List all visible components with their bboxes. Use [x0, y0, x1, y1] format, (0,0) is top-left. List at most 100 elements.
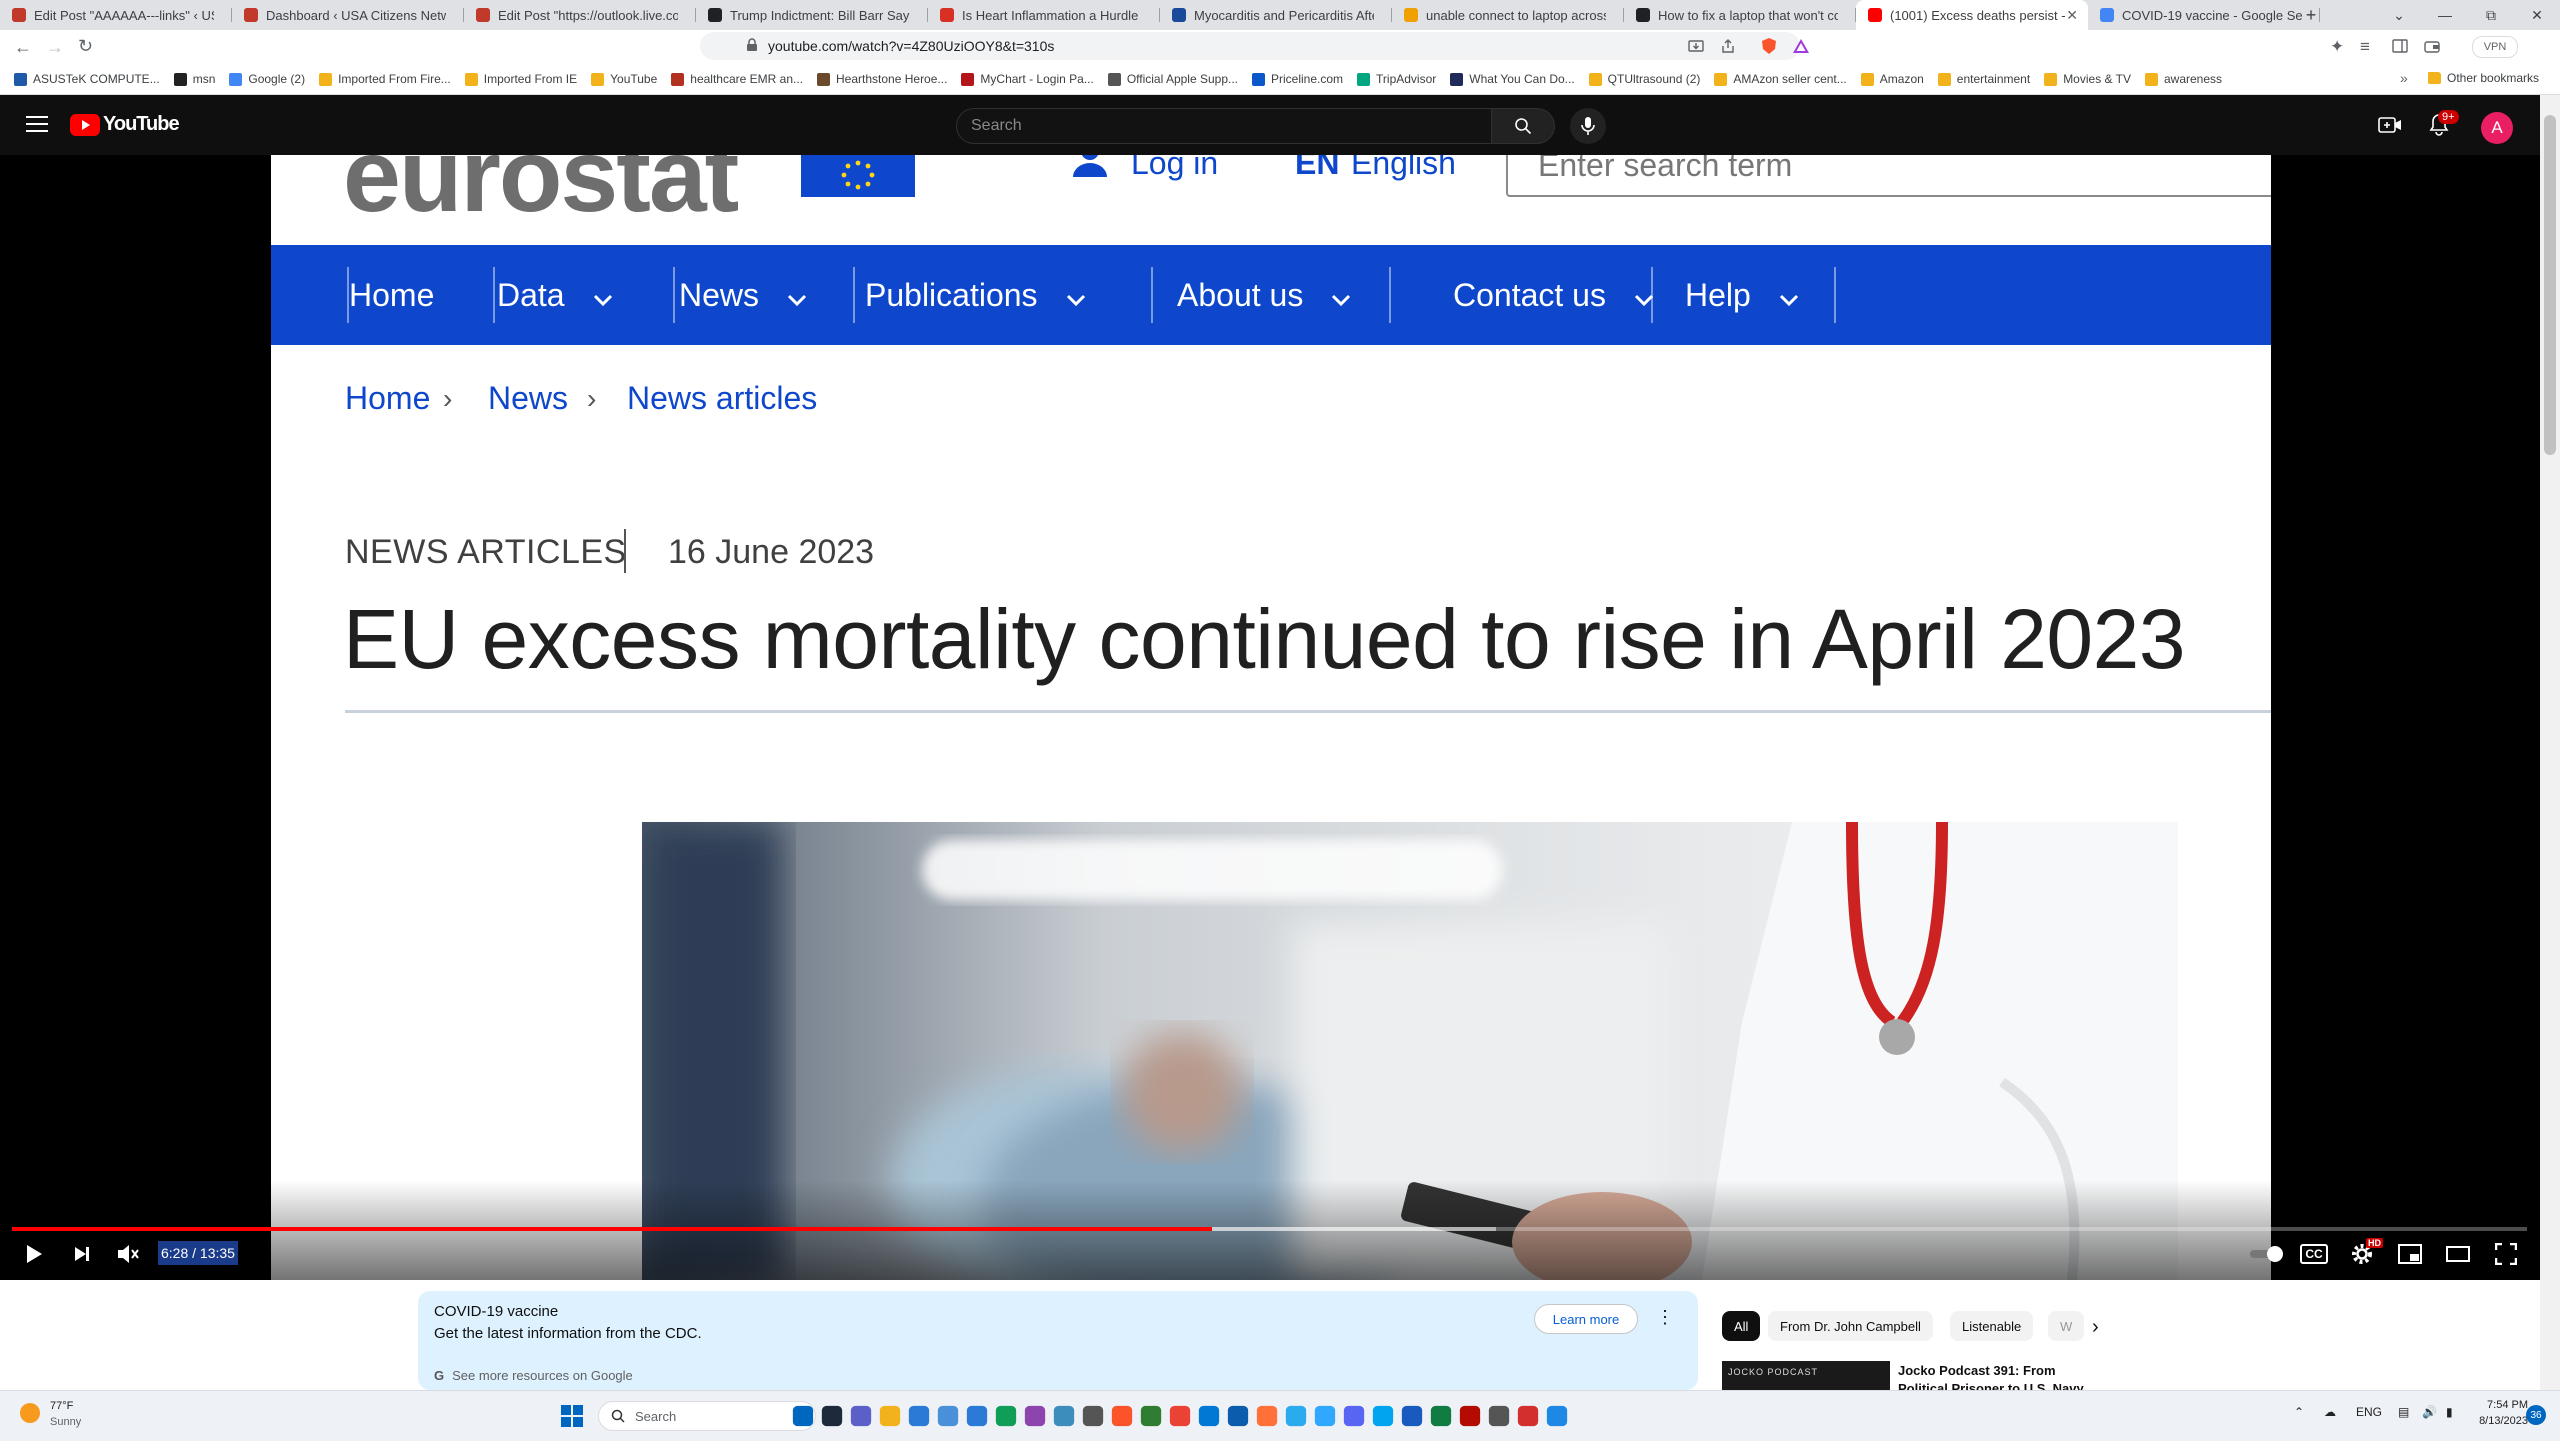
bookmark-item[interactable]: msn [173, 72, 215, 86]
filter-chip[interactable]: Listenable [1950, 1311, 2034, 1341]
word-icon[interactable] [1401, 1405, 1423, 1427]
app-icon[interactable] [1546, 1405, 1568, 1427]
snipping-icon[interactable] [966, 1405, 988, 1427]
youtube-logo[interactable]: YouTube [70, 113, 180, 136]
bookmark-item[interactable]: healthcare EMR an... [671, 72, 803, 86]
app-icon[interactable] [1024, 1405, 1046, 1427]
acrobat-icon[interactable] [1459, 1405, 1481, 1427]
forward-icon[interactable]: → [46, 37, 64, 58]
theater-mode-button[interactable] [2438, 1238, 2478, 1270]
bookmark-item[interactable]: Imported From Fire... [319, 72, 451, 86]
bookmark-item[interactable]: YouTube [591, 72, 657, 86]
language-icon[interactable] [1488, 1405, 1510, 1427]
learn-more-button[interactable]: Learn more [1534, 1304, 1638, 1334]
photoshop-icon[interactable] [1314, 1405, 1336, 1427]
chevron-right-icon[interactable]: › [2092, 1316, 2099, 1339]
browser-tab[interactable]: COVID-19 vaccine - Google Search [2088, 0, 2320, 30]
browser-tab[interactable]: Is Heart Inflammation a Hurdle to V [928, 0, 1160, 30]
new-tab-button[interactable]: + [2300, 4, 2322, 26]
bookmark-item[interactable]: What You Can Do... [1450, 72, 1575, 86]
play-button[interactable] [14, 1238, 54, 1270]
settings-button[interactable]: HD [2342, 1238, 2383, 1270]
more-options-icon[interactable]: ⋮ [1656, 1307, 1674, 1328]
create-icon[interactable] [2378, 115, 2402, 135]
filter-chip[interactable]: All [1722, 1311, 1761, 1341]
share-icon[interactable] [1720, 38, 1736, 54]
close-tab-icon[interactable]: ✕ [2066, 7, 2078, 24]
bookmark-item[interactable]: Movies & TV [2044, 72, 2131, 86]
bookmark-item[interactable]: awareness [2145, 72, 2222, 86]
bookmark-item[interactable]: AMAzon seller cent... [1714, 72, 1847, 86]
scrollbar-thumb[interactable] [2544, 115, 2556, 455]
photos-icon[interactable] [937, 1405, 959, 1427]
bookmark-item[interactable]: Imported From IE [464, 72, 577, 86]
playlist-icon[interactable]: ≡ [2360, 37, 2370, 57]
extensions-icon[interactable]: ✦ [2330, 37, 2344, 57]
filter-chip[interactable]: From Dr. John Campbell [1768, 1311, 1933, 1341]
next-button[interactable] [62, 1238, 102, 1270]
network-icon[interactable]: ▤ [2398, 1405, 2409, 1419]
autoplay-toggle[interactable] [2248, 1245, 2284, 1263]
page-scrollbar[interactable] [2540, 95, 2560, 1390]
bookmark-item[interactable]: Hearthstone Heroe... [817, 72, 947, 86]
input-language[interactable]: ENG [2356, 1405, 2382, 1419]
recommended-title-line2[interactable]: Political Prisoner to U.S. Navy [1898, 1381, 2084, 1390]
calendar-icon[interactable] [1227, 1405, 1249, 1427]
recommended-thumbnail[interactable]: JOCKO PODCAST [1722, 1361, 1890, 1390]
bookmarks-overflow-button[interactable]: » [2400, 70, 2408, 86]
battery-icon[interactable]: ▮ [2446, 1405, 2453, 1419]
brave-rewards-icon[interactable] [1792, 37, 1810, 55]
edge-icon[interactable] [995, 1405, 1017, 1427]
clock-date[interactable]: 8/13/2023 [2462, 1415, 2528, 1427]
avatar[interactable]: A [2481, 112, 2513, 144]
close-window-button[interactable]: ✕ [2514, 0, 2560, 30]
browser-tab[interactable]: Myocarditis and Pericarditis After m [1160, 0, 1392, 30]
discord-icon[interactable] [1343, 1405, 1365, 1427]
outlook-icon[interactable] [1198, 1405, 1220, 1427]
taskbar-search-box[interactable]: Search [598, 1401, 816, 1431]
onedrive-icon[interactable]: ☁ [2324, 1405, 2336, 1419]
notepad-icon[interactable] [1082, 1405, 1104, 1427]
captions-button[interactable]: CC [2294, 1238, 2334, 1270]
maximize-button[interactable]: ⧉ [2468, 0, 2514, 30]
bookmark-item[interactable]: Official Apple Supp... [1107, 72, 1238, 86]
mute-button[interactable] [108, 1238, 148, 1270]
browser-tab[interactable]: unable connect to laptop across net [1392, 0, 1624, 30]
calculator-icon[interactable] [1053, 1405, 1075, 1427]
menu-icon[interactable] [26, 115, 48, 135]
clock-time[interactable]: 7:54 PM [2462, 1399, 2528, 1411]
browser-tab[interactable]: Edit Post "https://outlook.live.com/... [464, 0, 696, 30]
vpn-button[interactable]: VPN [2472, 36, 2518, 58]
install-icon[interactable] [1688, 38, 1704, 54]
wallet-icon[interactable] [2424, 38, 2440, 54]
weather-sun-icon[interactable] [20, 1403, 40, 1423]
video-player[interactable]: eurostat Log in EN English Enter search … [0, 155, 2560, 1280]
brave-icon[interactable] [1111, 1405, 1133, 1427]
teams-icon[interactable] [850, 1405, 872, 1427]
excel-icon[interactable] [1430, 1405, 1452, 1427]
youtube-search-input[interactable]: Search [956, 108, 1492, 144]
app-icon[interactable] [1517, 1405, 1539, 1427]
file-explorer-icon[interactable] [879, 1405, 901, 1427]
browser-tab[interactable]: Trump Indictment: Bill Barr Says Do [696, 0, 928, 30]
tab-search-button[interactable]: ⌄ [2376, 0, 2422, 30]
filter-chip[interactable]: W [2048, 1311, 2084, 1341]
chrome-icon[interactable] [1169, 1405, 1191, 1427]
windows-start-icon[interactable] [561, 1405, 583, 1427]
store-icon[interactable] [908, 1405, 930, 1427]
back-icon[interactable]: ← [14, 37, 32, 58]
firefox-icon[interactable] [1256, 1405, 1278, 1427]
spreadsheet-icon[interactable] [1140, 1405, 1162, 1427]
bookmark-item[interactable]: MyChart - Login Pa... [961, 72, 1094, 86]
url-bar[interactable]: youtube.com/watch?v=4Z80UziOOY8&t=310s [700, 32, 1800, 60]
copilot-icon[interactable] [792, 1405, 814, 1427]
bookmark-item[interactable]: Google (2) [229, 72, 305, 86]
telegram-icon[interactable] [1285, 1405, 1307, 1427]
browser-tab[interactable]: Dashboard ‹ USA Citizens Network – [232, 0, 464, 30]
voice-search-button[interactable] [1570, 108, 1606, 144]
notification-center-badge[interactable]: 36 [2526, 1405, 2546, 1425]
bookmark-item[interactable]: QTUltrasound (2) [1588, 72, 1700, 86]
fullscreen-button[interactable] [2486, 1238, 2526, 1270]
reload-icon[interactable]: ↻ [78, 36, 93, 57]
brave-shield-icon[interactable] [1760, 37, 1778, 55]
